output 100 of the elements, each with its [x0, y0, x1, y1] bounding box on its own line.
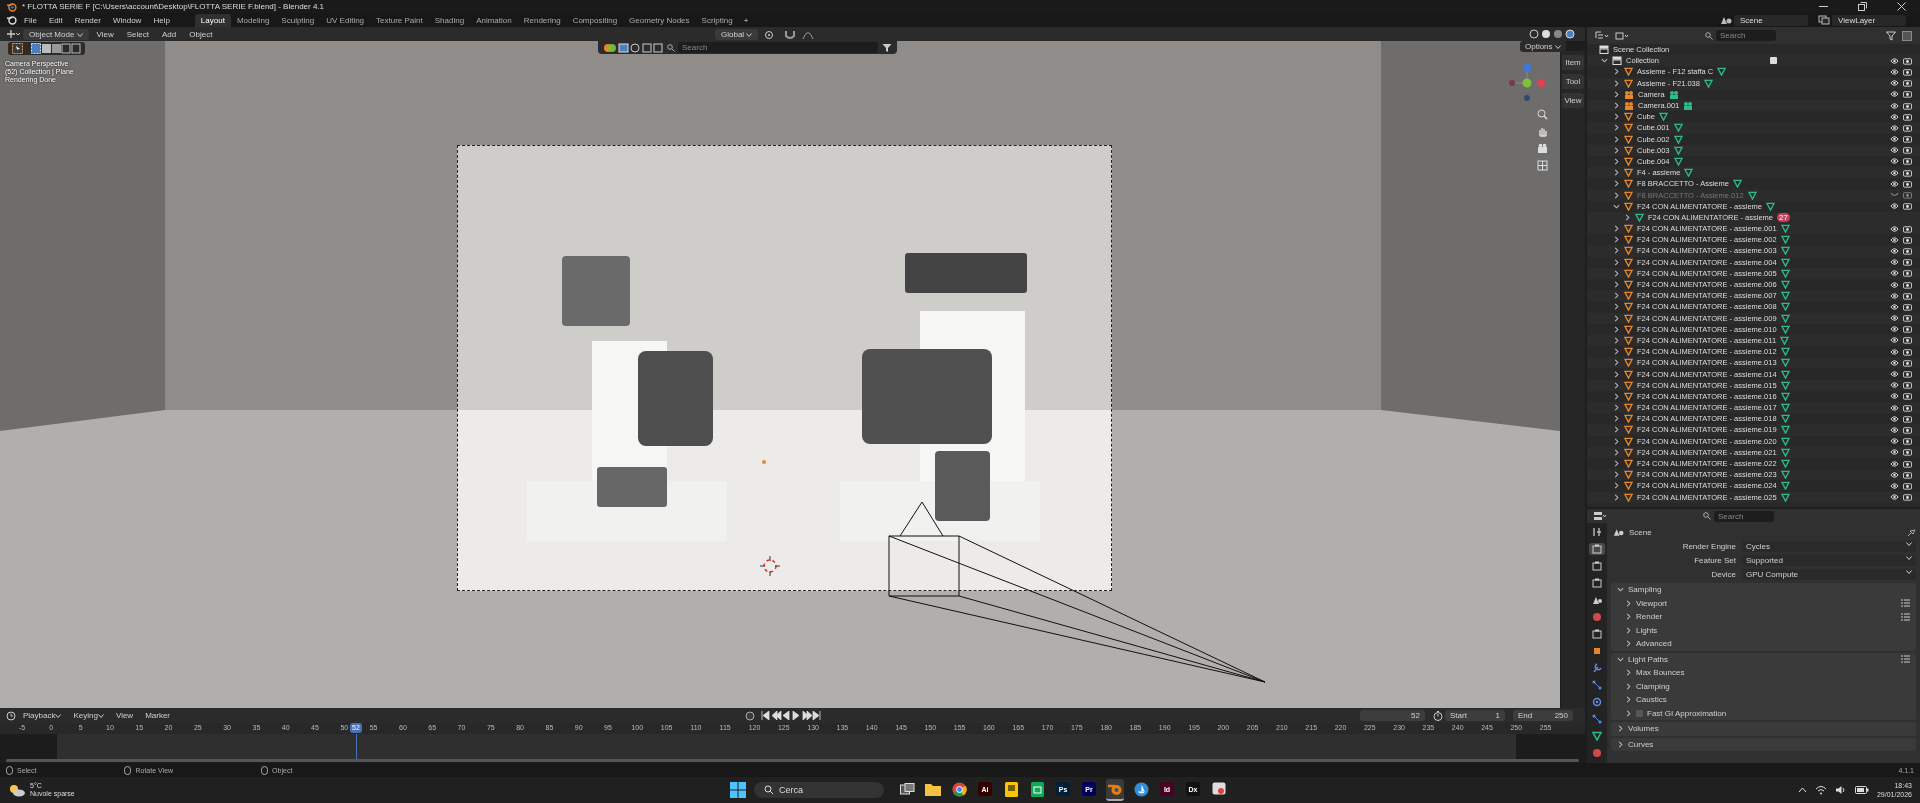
eye-icon[interactable]: [1890, 315, 1899, 322]
subpanel-header[interactable]: Lights: [1611, 623, 1916, 637]
battery-icon[interactable]: [1854, 786, 1869, 794]
eye-icon[interactable]: [1890, 113, 1899, 120]
search-field[interactable]: Search: [1716, 30, 1776, 41]
eye-icon[interactable]: [1890, 169, 1899, 176]
display-mode-icon[interactable]: [1595, 30, 1609, 41]
cloud-icon[interactable]: [8, 783, 26, 797]
start-frame-field[interactable]: Start 1: [1445, 710, 1505, 721]
presets-icon[interactable]: [1901, 655, 1910, 664]
camera-icon[interactable]: [1903, 235, 1912, 244]
dropdown[interactable]: GPU Compute: [1742, 568, 1916, 580]
eye-icon[interactable]: [1890, 281, 1899, 288]
menu-item[interactable]: Keying: [68, 711, 109, 720]
presets-icon[interactable]: [1901, 612, 1910, 621]
search-field[interactable]: Search: [1714, 510, 1774, 522]
camera-icon[interactable]: [1903, 470, 1912, 479]
cursor-tool-icon[interactable]: [12, 43, 23, 54]
visibility-icon[interactable]: [603, 42, 663, 53]
eye-icon[interactable]: [1890, 438, 1899, 445]
editor-type-icon[interactable]: [6, 29, 20, 39]
camera-icon[interactable]: [1903, 56, 1912, 65]
eye-icon[interactable]: [1890, 494, 1899, 501]
spreadsheet-icon[interactable]: [1030, 781, 1044, 797]
menu-item[interactable]: Edit: [43, 15, 68, 25]
menu-item[interactable]: Marker: [140, 711, 176, 720]
camera-icon[interactable]: [1903, 358, 1912, 367]
eye-icon[interactable]: [1890, 303, 1899, 310]
menu-item[interactable]: View: [110, 711, 139, 720]
eye-icon[interactable]: [1890, 80, 1899, 87]
sidebar-tab[interactable]: Tool: [1562, 74, 1584, 89]
camera-icon[interactable]: [1903, 302, 1912, 311]
new-collection-icon[interactable]: [1902, 30, 1912, 41]
browser-icon[interactable]: [951, 781, 967, 797]
eye-icon[interactable]: [1890, 102, 1899, 109]
view-layer-field[interactable]: ViewLayer: [1832, 14, 1906, 26]
workspace-tab[interactable]: Scripting: [695, 13, 739, 27]
workspace-tab[interactable]: Rendering: [517, 13, 567, 27]
camera-icon[interactable]: [1903, 414, 1912, 423]
funnel-icon[interactable]: [1886, 30, 1896, 41]
note-icon[interactable]: [1004, 781, 1018, 797]
workspace-tab[interactable]: Shading: [428, 13, 471, 27]
eye-icon[interactable]: [1890, 326, 1899, 333]
menu-item[interactable]: Window: [107, 15, 147, 25]
pin-icon[interactable]: [1907, 527, 1916, 537]
menu-item[interactable]: File: [19, 15, 42, 25]
eye-icon[interactable]: [1890, 136, 1899, 143]
eye-icon[interactable]: [1890, 124, 1899, 131]
eye-icon[interactable]: [1890, 158, 1899, 165]
orientation-dropdown[interactable]: Global: [715, 29, 759, 40]
current-frame-field[interactable]: 52: [1360, 710, 1425, 721]
camera-icon[interactable]: [1903, 425, 1912, 434]
eye-icon[interactable]: [1890, 259, 1899, 266]
search-field[interactable]: Search: [678, 42, 878, 53]
subpanel-header[interactable]: Advanced: [1611, 637, 1916, 651]
speaker-icon[interactable]: [1834, 785, 1847, 795]
options-button[interactable]: Options: [1520, 41, 1566, 52]
navigation-gizmo-icon[interactable]: [1509, 64, 1545, 101]
camera-icon[interactable]: [1903, 123, 1912, 132]
boat-icon[interactable]: [1133, 781, 1149, 797]
subpanel-header[interactable]: Fast GI Approximation: [1611, 706, 1916, 720]
workspace-tab[interactable]: Texture Paint: [370, 13, 429, 27]
record-icon[interactable]: [745, 710, 755, 721]
eye-icon[interactable]: [1890, 449, 1899, 456]
menu-item[interactable]: Select: [121, 29, 154, 39]
eye-icon[interactable]: [1890, 337, 1899, 344]
filter-icon[interactable]: [882, 42, 892, 53]
snipping-tool-icon[interactable]: [1211, 782, 1227, 796]
eye-icon[interactable]: [1890, 460, 1899, 467]
workspace-tab[interactable]: Compositing: [566, 13, 624, 27]
camera-icon[interactable]: [1903, 291, 1912, 300]
eye-icon[interactable]: [1890, 225, 1899, 232]
sidebar-tab[interactable]: Item: [1562, 55, 1584, 70]
eye-icon[interactable]: [1890, 371, 1899, 378]
subpanel-header[interactable]: Max Bounces: [1611, 666, 1916, 680]
eye-icon[interactable]: [1890, 180, 1899, 187]
panel-header[interactable]: Light Paths: [1611, 652, 1916, 666]
eye-icon[interactable]: [1890, 415, 1899, 422]
wifi-icon[interactable]: [1814, 785, 1827, 795]
eye-icon[interactable]: [1890, 247, 1899, 254]
eye-icon[interactable]: [1890, 482, 1899, 489]
workspace-tab[interactable]: UV Editing: [320, 13, 371, 27]
filter-icon[interactable]: [1615, 30, 1629, 41]
maximize-icon[interactable]: [1858, 2, 1867, 11]
eye-icon[interactable]: [1890, 236, 1899, 243]
eye-icon[interactable]: [1890, 91, 1899, 98]
add-workspace-button[interactable]: +: [738, 15, 754, 25]
dropdown[interactable]: Cycles: [1742, 540, 1916, 552]
subpanel-header[interactable]: Caustics: [1611, 693, 1916, 707]
panel-header[interactable]: Volumes: [1611, 722, 1916, 736]
eye-icon[interactable]: [1890, 68, 1899, 75]
folder-icon[interactable]: [925, 782, 941, 796]
task-view-icon[interactable]: [899, 783, 915, 795]
eye-icon[interactable]: [1890, 270, 1899, 277]
camera-icon[interactable]: [1903, 246, 1912, 255]
eye-icon[interactable]: [1890, 203, 1899, 210]
grid-icon[interactable]: [1537, 160, 1548, 171]
sidebar-tab[interactable]: View: [1562, 93, 1584, 108]
eye-icon[interactable]: [1890, 292, 1899, 299]
chevron-up-icon[interactable]: [1797, 787, 1807, 793]
